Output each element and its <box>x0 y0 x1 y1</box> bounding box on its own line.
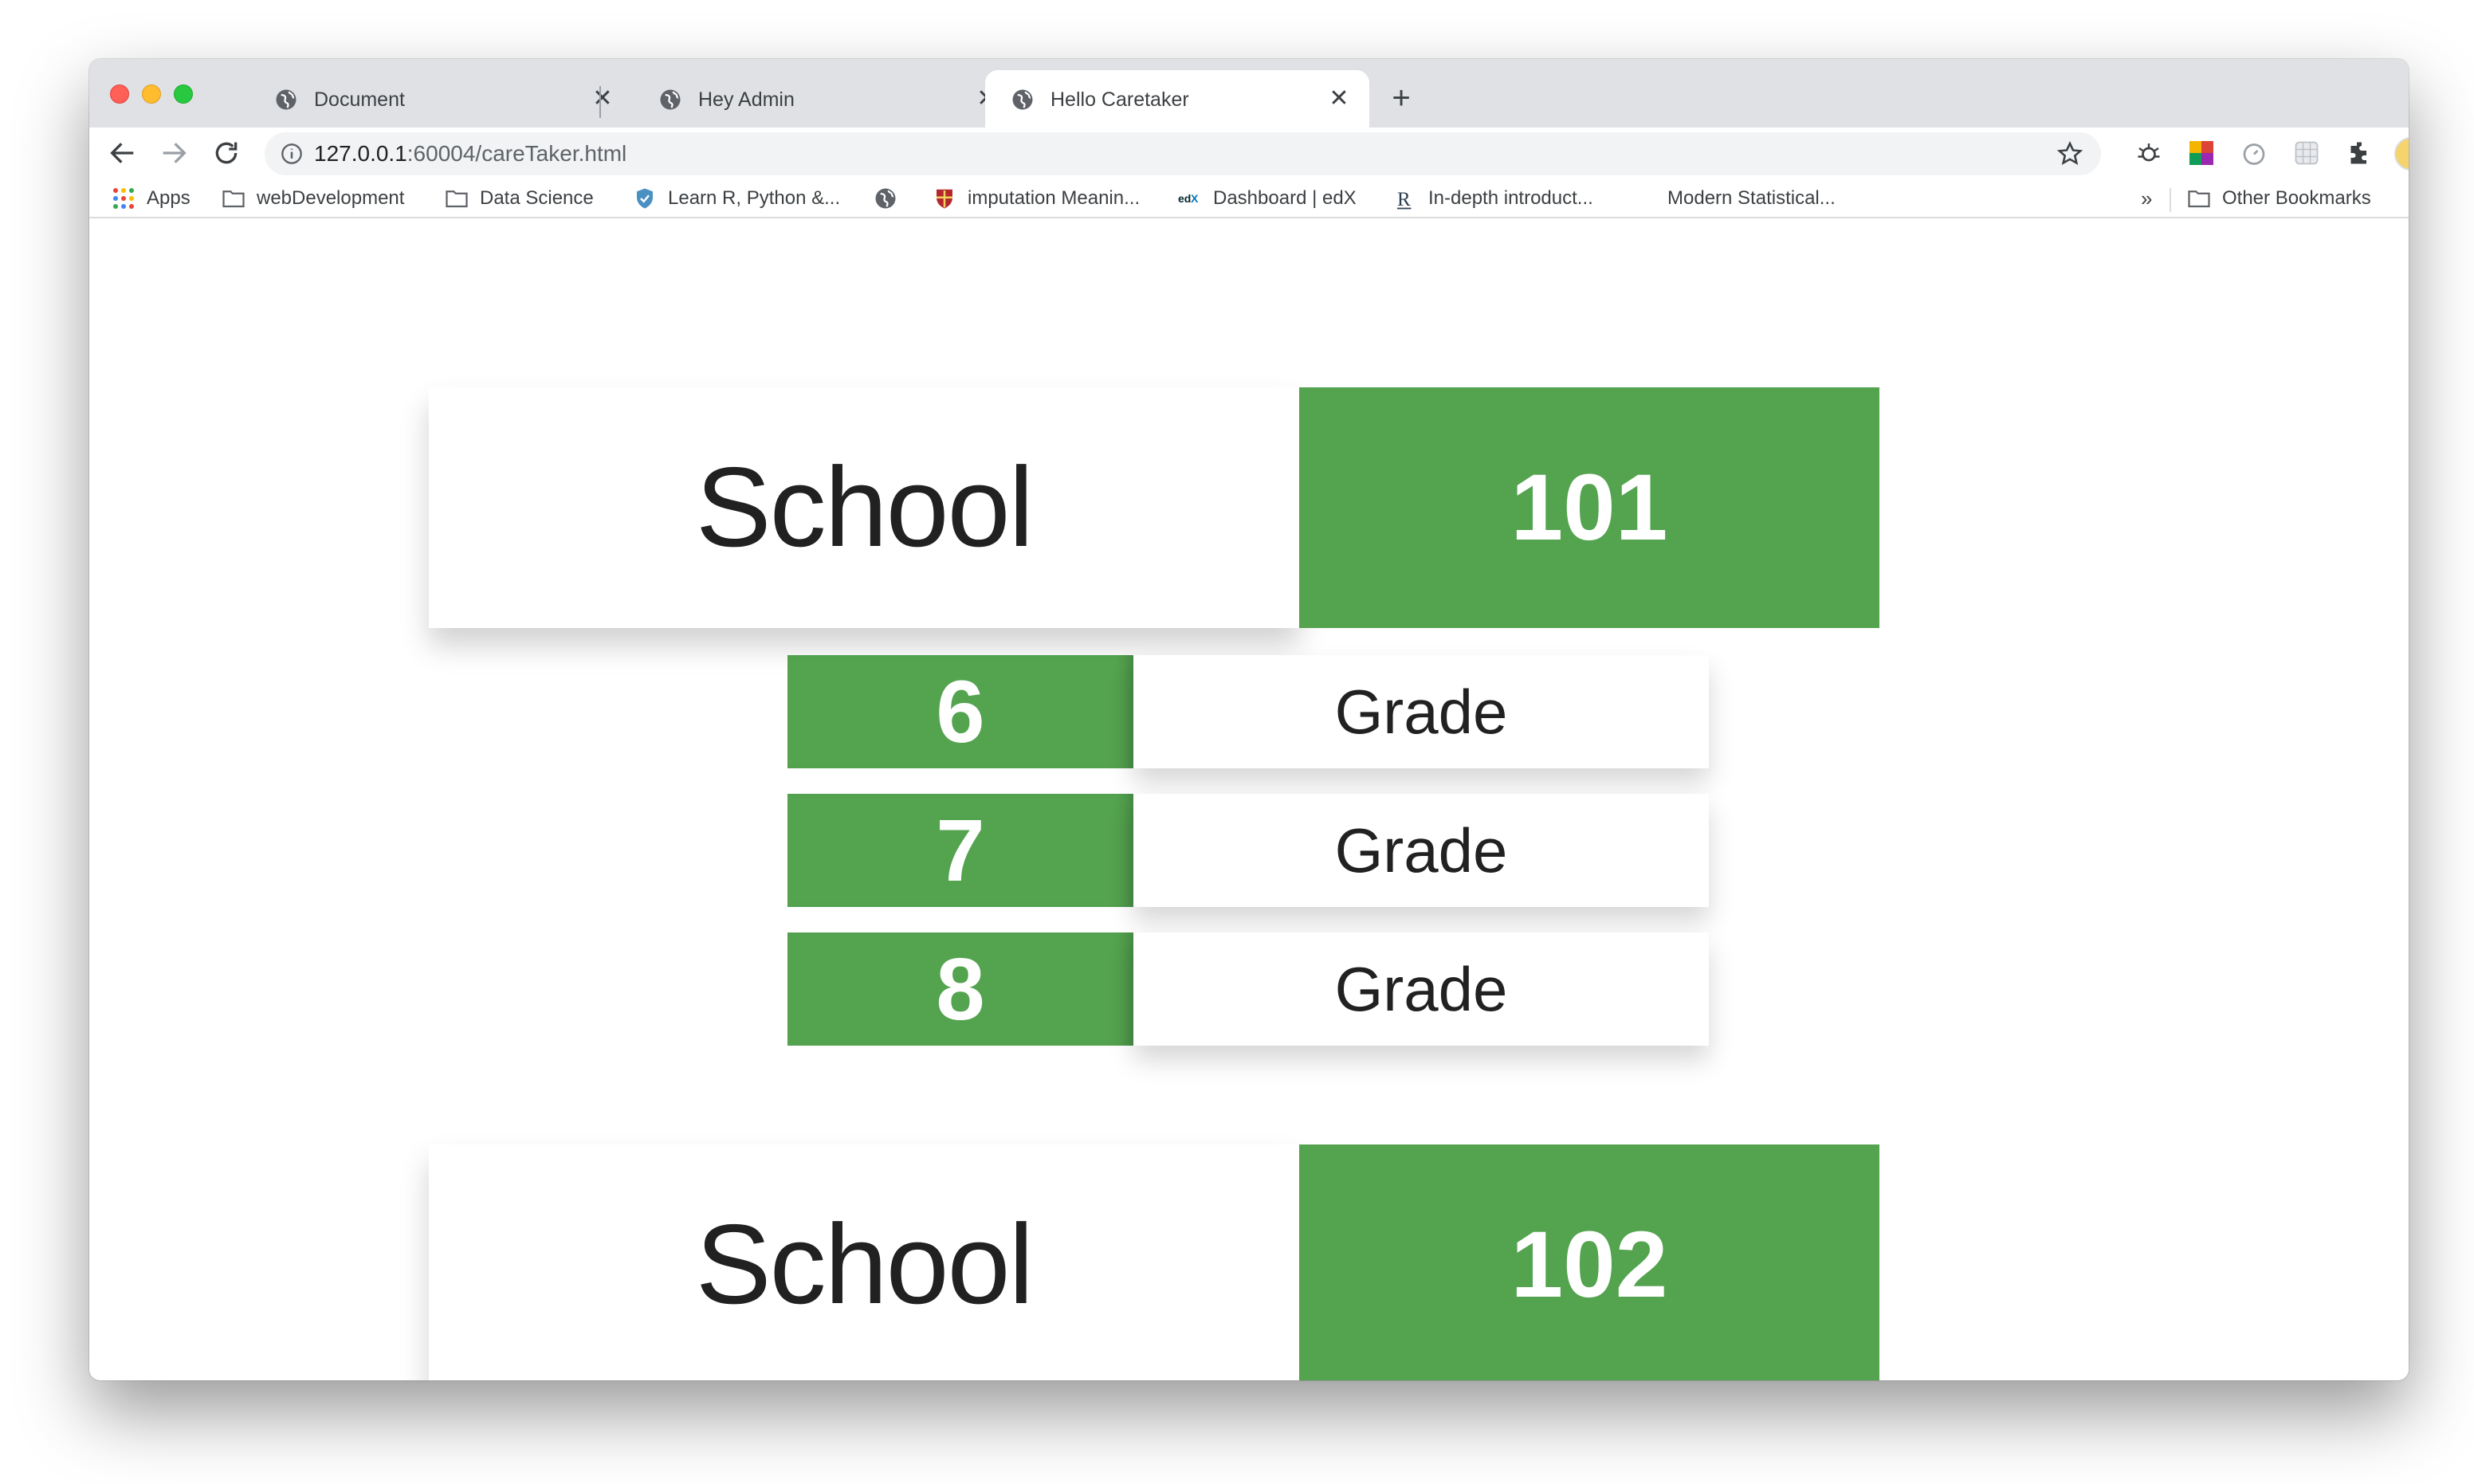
timer-extension-icon[interactable] <box>2240 139 2268 167</box>
school-number: 102 <box>1299 1144 1879 1380</box>
bookmark-label: Other Bookmarks <box>2222 187 2371 209</box>
tab-hello-caretaker[interactable]: Hello Caretaker ✕ <box>985 70 1369 128</box>
bookmark-data-science[interactable]: Data Science <box>445 185 594 212</box>
school-label: School <box>429 1144 1299 1380</box>
puzzle-extensions-icon[interactable] <box>2345 139 2374 167</box>
svg-text:ed: ed <box>1178 192 1191 205</box>
grade-row-8[interactable]: 8 Grade <box>787 932 1709 1046</box>
grade-label: Grade <box>1133 655 1709 768</box>
bookmark-modern-statistical[interactable]: Modern Statistical... <box>1667 185 1836 212</box>
grade-row-7[interactable]: 7 Grade <box>787 794 1709 907</box>
tab-strip: Document ✕ Hey Admin ✕ Hello Caretaker ✕… <box>89 59 2409 128</box>
bookmark-label: In-depth introduct... <box>1428 187 1593 209</box>
globe-icon <box>1012 89 1033 110</box>
grade-label: Grade <box>1133 932 1709 1046</box>
bookmark-label: imputation Meanin... <box>968 187 1141 209</box>
globe-icon <box>660 89 681 110</box>
close-window-button[interactable] <box>110 84 129 104</box>
close-tab-icon[interactable]: ✕ <box>590 86 615 112</box>
back-arrow-icon[interactable] <box>107 137 139 169</box>
school-card-102[interactable]: School 102 <box>429 1144 1879 1380</box>
colorful-extension-icon[interactable] <box>2187 139 2216 167</box>
crest-icon <box>937 189 952 209</box>
more-bookmarks-chevron-icon[interactable]: » <box>2141 186 2152 211</box>
folder-icon <box>222 190 245 208</box>
new-tab-button[interactable]: + <box>1385 82 1417 115</box>
info-icon[interactable] <box>281 143 303 165</box>
bookmark-edx-dashboard[interactable]: ed X Dashboard | edX <box>1178 185 1357 212</box>
tab-hey-admin[interactable]: Hey Admin ✕ <box>633 70 1017 128</box>
minimize-window-button[interactable] <box>142 84 161 104</box>
bookmark-apps[interactable]: Apps <box>112 185 190 212</box>
bookmark-label: Dashboard | edX <box>1213 187 1357 209</box>
url-host: 127.0.0.1 <box>314 141 407 166</box>
bookmark-in-depth-intro[interactable]: R In-depth introduct... <box>1393 185 1593 212</box>
bookmarks-separator <box>2170 188 2171 212</box>
svg-text:R: R <box>1397 189 1411 210</box>
grade-row-6[interactable]: 6 Grade <box>787 655 1709 768</box>
reload-icon[interactable] <box>210 137 242 169</box>
toolbar: 127.0.0.1:60004/careTaker.html <box>89 128 2409 179</box>
bookmark-label: Learn R, Python &... <box>668 187 841 209</box>
page-content: School 101 6 Grade 7 Grade 8 Grade Schoo… <box>89 218 2409 1380</box>
tab-title: Document <box>314 88 405 111</box>
bookmark-imputation[interactable]: imputation Meanin... <box>933 185 1140 212</box>
bookmark-label: Apps <box>147 187 190 209</box>
bookmark-webdevelopment[interactable]: webDevelopment <box>222 185 404 212</box>
address-bar[interactable]: 127.0.0.1:60004/careTaker.html <box>265 132 2101 175</box>
edx-icon: ed X <box>1178 192 1199 205</box>
bookmark-label: webDevelopment <box>257 187 405 209</box>
tab-title: Hello Caretaker <box>1050 88 1189 111</box>
grade-number: 6 <box>787 655 1133 768</box>
shield-icon <box>637 188 653 209</box>
grade-number: 8 <box>787 932 1133 1046</box>
browser-window: Document ✕ Hey Admin ✕ Hello Caretaker ✕… <box>89 59 2409 1380</box>
globe-icon <box>276 89 296 110</box>
close-tab-icon[interactable]: ✕ <box>1326 86 1352 112</box>
grid-extension-icon[interactable] <box>2292 139 2321 167</box>
bookmark-star-icon[interactable] <box>2056 140 2083 167</box>
maximize-window-button[interactable] <box>174 84 193 104</box>
profile-avatar[interactable] <box>2394 137 2409 171</box>
bookmark-label: Data Science <box>480 187 594 209</box>
bookmark-other-bookmarks[interactable]: Other Bookmarks <box>2187 185 2371 212</box>
grade-number: 7 <box>787 794 1133 907</box>
bookmark-globe[interactable] <box>874 185 909 212</box>
forward-arrow-icon[interactable] <box>158 137 190 169</box>
bookmarks-bar: Apps webDevelopment Data Science Learn R… <box>89 179 2409 218</box>
tab-title: Hey Admin <box>698 88 795 111</box>
globe-icon <box>875 188 896 209</box>
apps-grid-icon <box>113 188 134 209</box>
bookmark-learn-r-python[interactable]: Learn R, Python &... <box>633 185 840 212</box>
bug-extension-icon[interactable] <box>2134 139 2163 167</box>
folder-icon <box>2188 190 2210 208</box>
school-card-101[interactable]: School 101 <box>429 387 1879 628</box>
school-number: 101 <box>1299 387 1879 628</box>
grade-label: Grade <box>1133 794 1709 907</box>
folder-icon <box>446 190 468 208</box>
url-text: 127.0.0.1:60004/careTaker.html <box>314 140 626 167</box>
bookmark-label: Modern Statistical... <box>1667 187 1836 209</box>
svg-text:X: X <box>1191 192 1199 205</box>
r-icon: R <box>1397 189 1412 210</box>
url-path: :60004/careTaker.html <box>406 141 627 166</box>
tab-separator <box>599 86 601 118</box>
school-label: School <box>429 387 1299 628</box>
tab-document[interactable]: Document ✕ <box>249 70 633 128</box>
